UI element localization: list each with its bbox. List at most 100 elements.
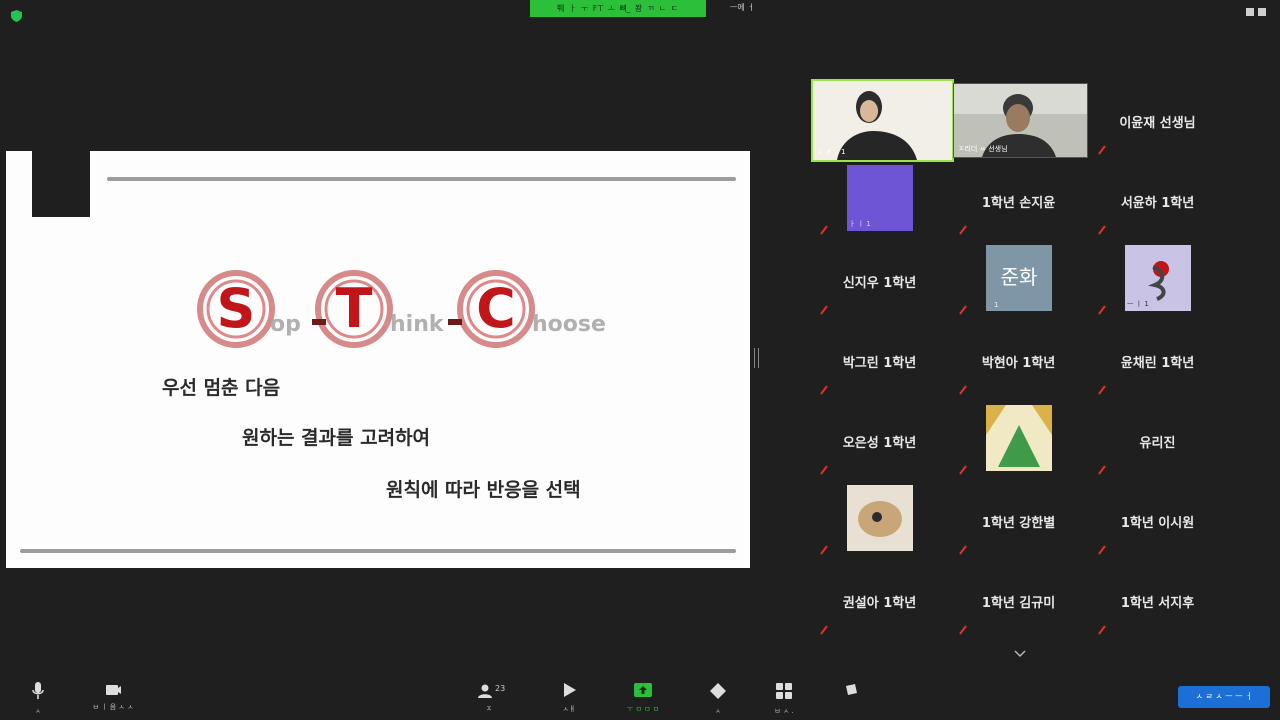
participant-avatar: 준화 1 <box>986 245 1052 311</box>
participant-tile[interactable]: 준화 1 <box>951 243 1086 317</box>
muted-mic-icon <box>820 225 828 235</box>
participant-tile[interactable]: 윤채린 1학년 <box>1090 323 1225 397</box>
shared-slide: S T C op hink hoose 우선 멈춘 다음 원하는 결과를 고려하… <box>6 151 750 568</box>
fullscreen-icon[interactable] <box>1258 8 1266 16</box>
chat-button[interactable]: ㅅㅐ <box>539 682 599 714</box>
slide-corner-block <box>32 151 90 217</box>
participants-button[interactable]: 23 ㅈ <box>459 682 519 714</box>
chat-label: ㅅㅐ <box>562 705 576 713</box>
slide-top-rule <box>107 177 736 181</box>
muted-mic-icon <box>1098 225 1106 235</box>
participant-name: 박현아 1학년 <box>981 356 1056 371</box>
svg-text:hink: hink <box>390 312 445 337</box>
participant-name: 박그린 1학년 <box>842 356 917 371</box>
participant-name: 오은성 1학년 <box>842 436 917 451</box>
split-drag-handle[interactable] <box>754 348 759 368</box>
svg-text:S: S <box>217 277 256 340</box>
view-button[interactable]: ㅡ에 ㅓ <box>730 2 755 13</box>
muted-mic-icon <box>820 625 828 635</box>
participant-name: 1학년 김규미 <box>981 596 1056 611</box>
muted-mic-icon <box>959 545 967 555</box>
reactions-button[interactable]: ㅅ <box>688 682 748 716</box>
muted-mic-icon <box>959 385 967 395</box>
participant-tile[interactable]: 박그린 1학년 <box>812 323 947 397</box>
participant-name: 유리진 <box>1139 436 1176 451</box>
microphone-icon <box>32 682 44 699</box>
share-label: ㅜ ㅁ ㅁ ㅁ <box>626 705 660 713</box>
muted-mic-icon <box>1098 385 1106 395</box>
participant-tile[interactable]: 신지우 1학년 <box>812 243 947 317</box>
participant-tile[interactable]: 유리진 <box>1090 403 1225 477</box>
participant-tile[interactable]: 1학년 손지윤 <box>951 163 1086 237</box>
apps-button[interactable]: ㅂ ㅅ . <box>754 682 814 716</box>
slide-line-1: 우선 멈춘 다음 <box>162 377 281 399</box>
participant-tile[interactable]: ㅏ ㅣ 1 <box>812 163 947 237</box>
svg-text:op: op <box>270 312 301 337</box>
participant-tile[interactable]: 권설아 1학년 <box>812 563 947 637</box>
avatar-image <box>847 485 913 551</box>
video-button[interactable]: ㅂ ㅣ 음 ㅅ ㅅ <box>83 682 143 712</box>
participant-tile[interactable]: 1학년 이시원 <box>1090 483 1225 557</box>
svg-text:hoose: hoose <box>532 312 606 337</box>
mute-label: ㅅ <box>34 707 42 715</box>
video-label: ㅂ ㅣ 음 ㅅ ㅅ <box>92 703 134 711</box>
participant-tile[interactable]: 1학년 김규미 <box>951 563 1086 637</box>
svg-text:C: C <box>476 277 516 340</box>
muted-mic-icon <box>959 465 967 475</box>
participant-tile[interactable]: 오은성 1학년 <box>812 403 947 477</box>
screen-share-banner[interactable]: 쀄 ㅏ ㅜ FT ㅗ 뼈 ̲ 봥 ㄲ ㄴ ㄷ <box>530 0 706 17</box>
slide-line-3: 원칙에 따라 반응을 선택 <box>386 479 581 501</box>
svg-text:T: T <box>336 277 373 340</box>
participant-video-2-caption: ㅈ리더 ㅆ 선생님 <box>958 145 1008 153</box>
participant-tile[interactable]: 이윤재 선생님 <box>1090 83 1225 157</box>
participant-tile[interactable] <box>951 403 1086 477</box>
end-meeting-button[interactable]: ㅅ ㄹ ㅅ ㅡ ㅡ ㅓ <box>1178 686 1270 708</box>
participant-tile[interactable]: 1학년 강한별 <box>951 483 1086 557</box>
share-screen-button[interactable]: ㅜ ㅁ ㅁ ㅁ <box>613 682 673 714</box>
participant-avatar: ㅏ ㅣ 1 <box>847 165 913 231</box>
muted-mic-icon <box>1098 465 1106 475</box>
participant-name: 이윤재 선생님 <box>1119 116 1196 131</box>
muted-mic-icon <box>1098 545 1106 555</box>
participant-tile[interactable] <box>812 483 947 557</box>
participant-name: 윤채린 1학년 <box>1120 356 1195 371</box>
whiteboard-icon <box>846 684 857 695</box>
muted-mic-icon <box>820 385 828 395</box>
participant-tile[interactable]: 서윤하 1학년 <box>1090 163 1225 237</box>
participant-tile[interactable]: 박현아 1학년 <box>951 323 1086 397</box>
shield-icon[interactable] <box>11 10 22 22</box>
apps-label: ㅂ ㅅ . <box>774 707 794 715</box>
participant-tile[interactable]: ㅡ ㅣ 1 <box>1090 243 1225 317</box>
chevron-down-icon[interactable] <box>1014 650 1026 658</box>
participant-avatar <box>847 485 913 551</box>
participant-video-2[interactable]: ㅈ리더 ㅆ 선생님 <box>953 83 1088 158</box>
avatar-image <box>986 405 1052 471</box>
apps-grid-icon <box>776 683 792 699</box>
minimize-icon[interactable] <box>1246 8 1254 16</box>
play-icon <box>564 683 576 697</box>
participants-label: ㅈ <box>485 705 493 713</box>
participant-name: 1학년 서지후 <box>1120 596 1195 611</box>
avatar-caption: ㅡ ㅣ 1 <box>1127 300 1149 308</box>
stop-think-choose-logo: S T C op hink hoose <box>197 270 606 348</box>
participant-video-1[interactable]: ㅅ ㅎ .. 1 <box>811 79 954 162</box>
muted-mic-icon <box>820 305 828 315</box>
window-controls[interactable] <box>1246 8 1266 16</box>
more-button[interactable] <box>821 682 881 704</box>
participant-avatar <box>986 405 1052 471</box>
participant-tile[interactable]: 1학년 서지후 <box>1090 563 1225 637</box>
participant-name: 신지우 1학년 <box>842 276 917 291</box>
muted-mic-icon <box>959 225 967 235</box>
participants-count: 23 <box>495 684 506 693</box>
avatar-caption: 1 <box>994 301 999 309</box>
muted-mic-icon <box>959 625 967 635</box>
share-screen-icon <box>634 683 652 697</box>
mute-button[interactable]: ㅅ <box>8 682 68 716</box>
participant-name: 권설아 1학년 <box>842 596 917 611</box>
participant-name: 1학년 강한별 <box>981 516 1056 531</box>
participant-avatar: ㅡ ㅣ 1 <box>1125 245 1191 311</box>
reaction-icon <box>710 683 726 699</box>
participant-name: 1학년 손지윤 <box>981 196 1056 211</box>
participant-video-1-caption: ㅅ ㅎ .. 1 <box>817 148 846 156</box>
slide-line-2: 원하는 결과를 고려하여 <box>242 427 431 449</box>
